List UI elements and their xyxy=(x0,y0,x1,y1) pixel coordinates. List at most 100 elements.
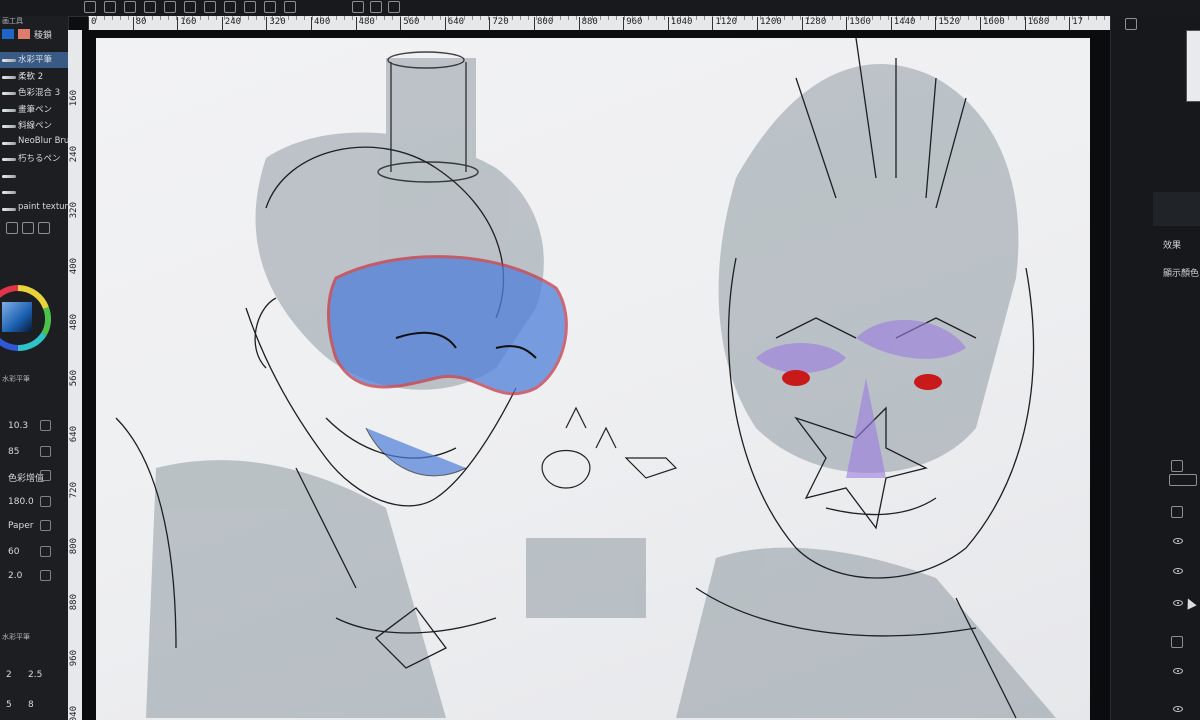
brush-group-row[interactable]: 稜鎖 xyxy=(0,27,68,43)
ruler-tick-label: 720 xyxy=(489,17,509,30)
spinner-icon[interactable] xyxy=(40,570,51,581)
ruler-tick-label: 480 xyxy=(69,314,79,331)
brush-item[interactable]: 柔軟 2 xyxy=(0,69,68,85)
brush-item[interactable] xyxy=(0,184,68,200)
spinner-icon[interactable] xyxy=(40,420,51,431)
copy-brush-icon[interactable] xyxy=(22,222,34,234)
horizontal-ruler: 0 80 160 240 320 400 480 560 640 720 800 880 960 1040… xyxy=(88,16,1110,30)
tool-property-value[interactable]: 85 xyxy=(8,447,19,457)
tool-property-value[interactable]: Paper xyxy=(8,521,34,531)
ruler-tick-label: 1360 xyxy=(846,17,871,30)
brush-item[interactable]: 水彩平筆 xyxy=(0,52,68,68)
open-folder-icon[interactable] xyxy=(124,1,136,13)
ruler-tick-label: 0 xyxy=(88,17,96,30)
layers-icon[interactable] xyxy=(1171,460,1183,472)
ruler-tick-label: 240 xyxy=(69,146,79,163)
ruler-tick-label: 320 xyxy=(69,202,79,219)
ruler-tick-label: 1200 xyxy=(757,17,782,30)
brush-item[interactable]: 畫筆ペン xyxy=(0,102,68,118)
new-brush-icon[interactable] xyxy=(6,222,18,234)
brush-list-actions xyxy=(0,221,68,235)
brush-item[interactable]: paint texture brush xyxy=(0,201,68,217)
tool-property-row[interactable]: 85 xyxy=(0,444,68,462)
tool-property-value[interactable]: 180.0 xyxy=(8,497,34,507)
delete-brush-icon[interactable] xyxy=(38,222,50,234)
spinner-icon[interactable] xyxy=(40,520,51,531)
brush-item-label: 色彩混合 3 xyxy=(18,88,61,98)
tool-property-value[interactable]: 2.0 xyxy=(8,571,22,581)
tool-property-row[interactable]: 60 xyxy=(0,544,68,562)
visibility-eye-icon[interactable] xyxy=(1173,668,1183,674)
visibility-eye-icon[interactable] xyxy=(1173,568,1183,574)
tool-property-value[interactable]: 60 xyxy=(8,547,19,557)
pen-layer-icon[interactable] xyxy=(1171,636,1183,648)
brush-color-swatch-2 xyxy=(18,29,30,39)
tool-panel-header: 画工具 xyxy=(0,16,70,26)
pen-icon[interactable] xyxy=(352,1,364,13)
select-icon[interactable] xyxy=(224,1,236,13)
tool-panel-title: 画工具 xyxy=(2,17,23,25)
size-preset[interactable]: 2.5 xyxy=(28,670,42,680)
display-color-label: 顯示顏色 xyxy=(1163,269,1200,279)
brush-size-header: 水彩平筆 xyxy=(0,632,70,642)
redo-icon[interactable] xyxy=(204,1,216,13)
brush-item[interactable]: 斜線ペン xyxy=(0,118,68,134)
save-icon[interactable] xyxy=(144,1,156,13)
lasso-icon[interactable] xyxy=(244,1,256,13)
eraser-icon[interactable] xyxy=(370,1,382,13)
fill-icon[interactable] xyxy=(284,1,296,13)
tool-property-value[interactable]: 色彩增值 xyxy=(8,471,44,484)
tool-property-row[interactable]: Paper xyxy=(0,518,68,536)
tool-property-header: 水彩平筆 xyxy=(0,374,70,384)
ruler-tick-label: 640 xyxy=(69,426,79,443)
tool-property-row[interactable]: 180.0 xyxy=(0,494,68,512)
navigator-thumbnail[interactable] xyxy=(1186,30,1200,102)
color-wheel[interactable] xyxy=(0,268,54,368)
brush-item[interactable]: NeoBlur Brush xyxy=(0,135,68,151)
tool-property-row[interactable]: 10.3 xyxy=(0,418,68,436)
spinner-icon[interactable] xyxy=(40,496,51,507)
spinner-icon[interactable] xyxy=(40,470,51,481)
new-file-icon[interactable] xyxy=(104,1,116,13)
tool-property-value[interactable]: 10.3 xyxy=(8,421,28,431)
ruler-tick-label: 1280 xyxy=(801,17,826,30)
brush-item-label: 朽ちるペン xyxy=(18,154,61,164)
undo-icon[interactable] xyxy=(184,1,196,13)
brush-stroke-preview xyxy=(2,191,16,194)
brush-stroke-preview xyxy=(2,75,16,79)
ruler-tick-label: 17 xyxy=(1069,17,1083,30)
ruler-tick-label: 400 xyxy=(69,258,79,275)
layer-dropdown-icon[interactable] xyxy=(1169,474,1197,486)
tool-property-row[interactable]: 2.0 xyxy=(0,568,68,586)
ruler-tick-label: 80 xyxy=(132,17,146,30)
spinner-icon[interactable] xyxy=(40,546,51,557)
ruler-tick-label: 880 xyxy=(69,594,79,611)
shape-icon[interactable] xyxy=(388,1,400,13)
layer-property-header xyxy=(1153,192,1200,226)
brush-item-label: NeoBlur Brush xyxy=(18,135,68,146)
brush-item[interactable] xyxy=(0,168,68,184)
transform-icon[interactable] xyxy=(264,1,276,13)
size-preset[interactable]: 2 xyxy=(6,670,12,680)
brush-item-label: 柔軟 2 xyxy=(18,71,44,82)
layer-icon[interactable] xyxy=(164,1,176,13)
ruler-tick-label: 160 xyxy=(69,90,79,107)
sketch-artwork xyxy=(115,38,1056,719)
brush-stroke-preview xyxy=(2,59,16,62)
brush-item[interactable]: 朽ちるペン xyxy=(0,151,68,167)
drawing-canvas[interactable] xyxy=(96,38,1090,720)
tool-property-row[interactable]: 色彩增值 xyxy=(0,468,68,486)
menu-icon[interactable] xyxy=(84,1,96,13)
size-preset[interactable]: 5 xyxy=(6,700,12,710)
layer-mask-icon[interactable] xyxy=(1171,506,1183,518)
small-doodle xyxy=(541,406,678,489)
visibility-eye-icon[interactable] xyxy=(1173,600,1183,606)
visibility-eye-icon[interactable] xyxy=(1173,538,1183,544)
ruler-tick-label: 1440 xyxy=(890,17,915,30)
ruler-tick-label: 560 xyxy=(69,370,79,387)
visibility-eye-icon[interactable] xyxy=(1173,706,1183,712)
size-preset[interactable]: 8 xyxy=(28,700,34,710)
spinner-icon[interactable] xyxy=(40,446,51,457)
screen-icon[interactable] xyxy=(1125,18,1137,30)
brush-item[interactable]: 色彩混合 3 xyxy=(0,85,68,101)
